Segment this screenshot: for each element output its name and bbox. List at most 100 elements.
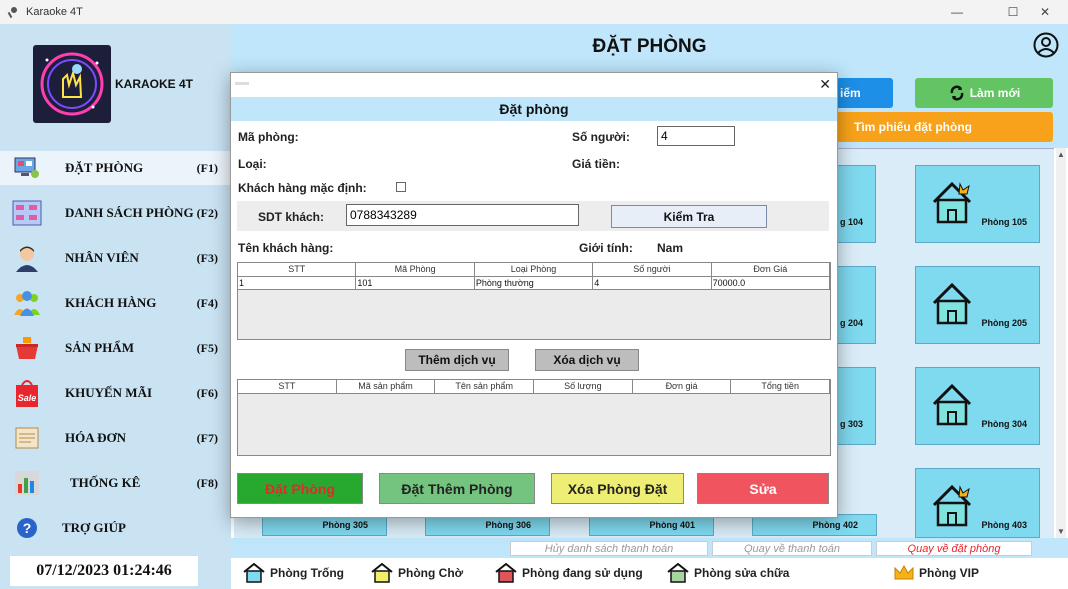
column-header: Số người — [593, 263, 712, 276]
house-empty-icon — [243, 562, 265, 583]
sidebar-item-hoa-don[interactable]: HÓA ĐƠN (F7) — [0, 421, 231, 455]
refresh-icon — [950, 85, 964, 101]
sidebar-item-thong-ke[interactable]: THỐNG KÊ (F8) — [0, 466, 231, 500]
page-title: ĐẶT PHÒNG — [592, 36, 707, 57]
button-label: Sửa — [749, 480, 777, 497]
check-button-label: Kiểm Tra — [663, 209, 715, 224]
column-header: Tên sản phẩm — [435, 380, 535, 393]
sidebar-item-label: THỐNG KÊ — [70, 475, 141, 490]
phone-label: SDT khách: — [258, 210, 325, 224]
close-button[interactable]: ✕ — [1022, 0, 1068, 24]
book-more-room-button[interactable]: Đặt Thêm Phòng — [379, 473, 535, 504]
book-room-button[interactable]: Đặt Phòng — [237, 473, 363, 504]
dialog-close-icon[interactable]: ✕ — [819, 76, 831, 93]
house-icon — [932, 383, 972, 426]
scroll-up-icon[interactable]: ▲ — [1057, 150, 1065, 159]
room-label: g 303 — [839, 419, 863, 429]
refresh-button[interactable]: Làm mới — [915, 78, 1053, 108]
sidebar-item-shortcut: (F1) — [196, 160, 218, 175]
staff-icon — [12, 243, 42, 273]
room-label: Phòng 205 — [981, 318, 1027, 328]
sidebar-item-shortcut: (F6) — [196, 385, 218, 400]
button-label: Hủy danh sách thanh toán — [544, 542, 674, 555]
table-row[interactable]: 1 101 Phòng thường 4 70000.0 — [238, 277, 831, 290]
search-button[interactable]: iếm — [836, 78, 893, 108]
find-booking-label: Tìm phiếu đặt phòng — [854, 120, 972, 134]
services-table[interactable]: STT Mã sản phẩm Tên sản phẩm Số lượng Đơ… — [237, 379, 831, 456]
back-to-payment-button[interactable]: Quay về thanh toán — [712, 541, 872, 556]
phone-input[interactable] — [346, 204, 579, 226]
room-card[interactable]: Phòng 205 — [915, 266, 1040, 344]
sidebar-item-label: HÓA ĐƠN — [65, 430, 127, 445]
delete-booking-button[interactable]: Xóa Phòng Đặt — [551, 473, 684, 504]
crown-icon — [894, 564, 914, 580]
rooms-scrollbar[interactable]: ▲ ▼ — [1056, 148, 1066, 538]
legend-label: Phòng sửa chữa — [694, 566, 790, 580]
edit-button[interactable]: Sửa — [697, 473, 829, 504]
close-icon: ✕ — [1039, 5, 1051, 19]
room-label: Phòng 105 — [981, 217, 1027, 227]
price-label: Giá tiền: — [572, 157, 621, 171]
clock: 07/12/2023 01:24:46 — [10, 556, 198, 586]
sidebar-item-shortcut: (F3) — [196, 250, 218, 265]
people-input[interactable] — [657, 126, 735, 146]
sidebar-item-danh-sach-phong[interactable]: DANH SÁCH PHÒNG (F2) — [0, 196, 231, 230]
cancel-payment-list-button[interactable]: Hủy danh sách thanh toán — [510, 541, 708, 556]
sidebar-item-label: KHUYẾN MÃI — [65, 385, 153, 400]
room-label: Phòng 306 — [485, 520, 531, 530]
people-label: Số người: — [572, 130, 630, 144]
back-to-booking-button[interactable]: Quay về đặt phòng — [876, 541, 1032, 556]
sidebar-item-label: KHÁCH HÀNG — [65, 295, 157, 310]
add-service-button[interactable]: Thêm dịch vụ — [405, 349, 509, 371]
column-header: Loại Phòng — [475, 263, 594, 276]
table-cell: 1 — [238, 277, 357, 289]
customer-name-label: Tên khách hàng: — [238, 241, 334, 255]
room-label: g 104 — [839, 217, 863, 227]
sidebar-item-shortcut: (F5) — [196, 340, 218, 355]
sidebar-item-shortcut: (F8) — [196, 475, 218, 490]
sidebar-item-khach-hang[interactable]: KHÁCH HÀNG (F4) — [0, 286, 231, 320]
brand-name: KARAOKE 4T — [115, 77, 194, 91]
sidebar-item-shortcut: (F4) — [196, 295, 218, 310]
sidebar-item-tro-giup[interactable]: ? TRỢ GIÚP — [0, 511, 231, 545]
default-customer-checkbox[interactable] — [396, 182, 406, 192]
sidebar-item-san-pham[interactable]: SẢN PHẨM (F5) — [0, 331, 231, 365]
user-icon[interactable] — [1033, 32, 1059, 58]
scroll-down-icon[interactable]: ▼ — [1057, 527, 1065, 536]
sidebar-item-nhan-vien[interactable]: NHÂN VIÊN (F3) — [0, 241, 231, 275]
help-icon: ? — [12, 513, 42, 543]
house-icon — [932, 282, 972, 325]
customers-icon — [12, 288, 42, 318]
refresh-button-label: Làm mới — [969, 86, 1021, 100]
room-card[interactable]: Phòng 105 — [915, 165, 1040, 243]
room-card[interactable]: Phòng 304 — [915, 367, 1040, 445]
check-button[interactable]: Kiểm Tra — [611, 205, 767, 228]
booking-dialog: ✕ Đặt phòng Mã phòng: Số người: Loại: Gi… — [230, 72, 838, 518]
column-header: Mã Phòng — [356, 263, 475, 276]
column-header: Tổng tiền — [731, 380, 831, 393]
find-booking-button[interactable]: Tìm phiếu đặt phòng — [836, 112, 1053, 142]
button-label: Quay về đặt phòng — [907, 542, 1001, 555]
minimize-icon: — — [951, 5, 963, 19]
house-vip-icon — [932, 484, 972, 527]
sidebar-item-khuyen-mai[interactable]: Sale KHUYẾN MÃI (F6) — [0, 376, 231, 410]
main-header: ĐẶT PHÒNG — [231, 24, 1068, 70]
button-label: Quay về thanh toán — [743, 542, 840, 555]
sidebar-item-label: NHÂN VIÊN — [65, 250, 139, 265]
room-code-label: Mã phòng: — [238, 130, 299, 144]
booked-rooms-table[interactable]: STT Mã Phòng Loại Phòng Số người Đơn Giá… — [237, 262, 831, 340]
gender-label: Giới tính: — [579, 241, 633, 255]
sidebar-item-dat-phong[interactable]: ĐẶT PHÒNG (F1) — [0, 151, 231, 185]
column-header: Đơn Giá — [712, 263, 831, 276]
button-label: Thêm dịch vụ — [418, 353, 496, 367]
column-header: Mã sản phẩm — [337, 380, 436, 393]
default-customer-label: Khách hàng mặc định: — [238, 181, 367, 195]
room-card[interactable]: Phòng 403 — [915, 468, 1040, 538]
minimize-button[interactable]: — — [934, 0, 980, 24]
booking-icon — [12, 153, 42, 183]
window-title: Karaoke 4T — [26, 6, 83, 18]
legend-vip: Phòng VIP — [893, 562, 979, 584]
house-vip-icon — [932, 181, 972, 224]
remove-service-button[interactable]: Xóa dịch vụ — [535, 349, 639, 371]
room-label: g 204 — [839, 318, 863, 328]
